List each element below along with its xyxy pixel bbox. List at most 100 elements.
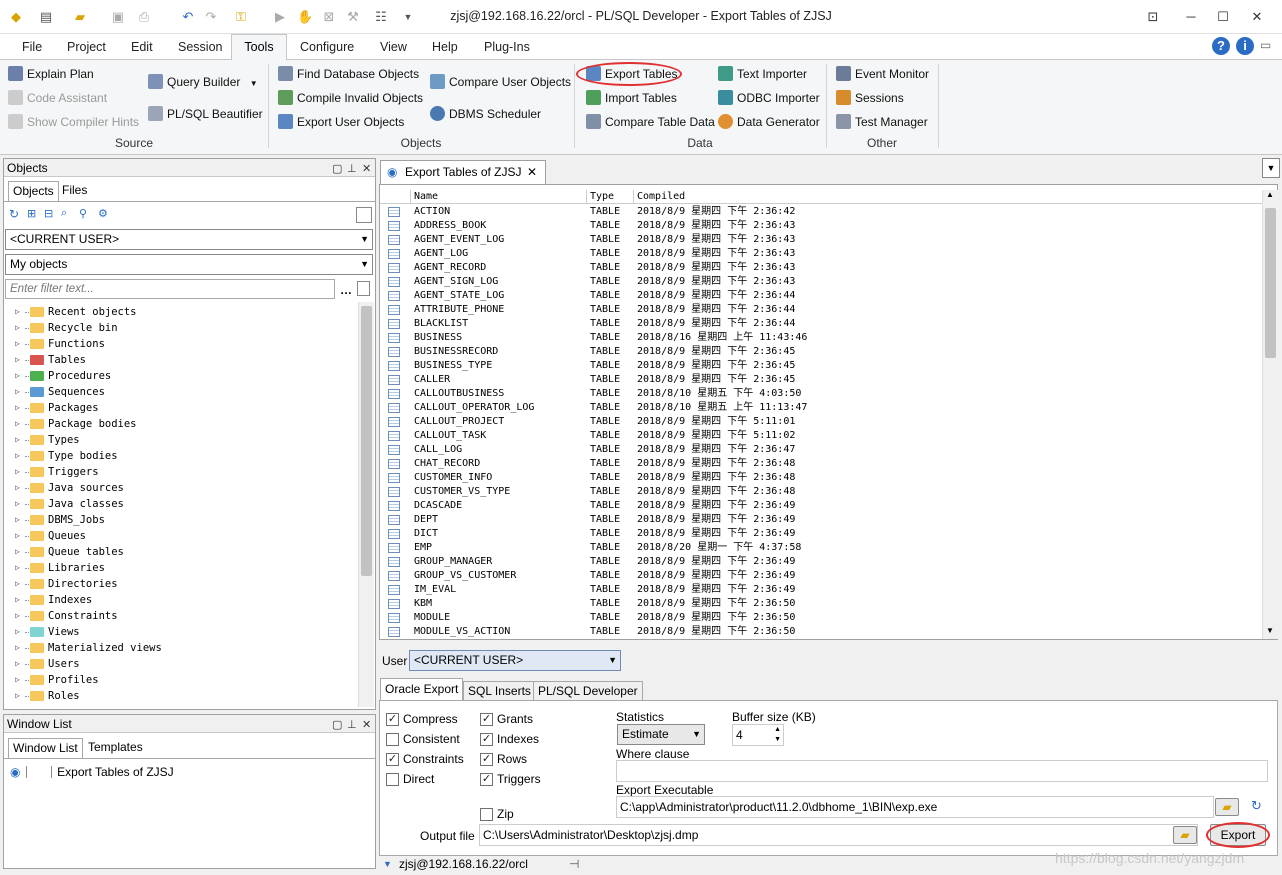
data-generator-button[interactable]: Data Generator	[718, 112, 820, 132]
user-combo[interactable]: <CURRENT USER> ▼	[5, 229, 373, 250]
tree-item[interactable]: ▷ Indexes	[5, 592, 345, 608]
menu-configure[interactable]: Configure	[300, 40, 354, 54]
menu-plugins[interactable]: Plug-Ins	[484, 40, 530, 54]
panel-maximize-icon[interactable]: ▢	[332, 716, 342, 734]
panel-maximize-icon[interactable]: ▢	[332, 160, 342, 178]
more-icon[interactable]: …	[340, 283, 352, 297]
import-tables-button[interactable]: Import Tables	[586, 88, 677, 108]
table-row[interactable]: CALLOUTBUSINESS TABLE 2018/8/10 星期五 下午 4:0…	[380, 387, 1262, 401]
table-row[interactable]: ADDRESS_BOOK TABLE 2018/8/9 星期四 下午 2:36:43	[380, 219, 1262, 233]
compress-checkbox[interactable]: ✓ Compress	[386, 712, 458, 728]
collapse-all-icon[interactable]: ⊟	[44, 207, 53, 220]
tab-oracle-export[interactable]: Oracle Export	[380, 678, 464, 700]
window-list-item[interactable]: ◉ Export Tables of ZJSJ	[10, 764, 174, 780]
menu-edit[interactable]: Edit	[131, 40, 153, 54]
reset-executable-icon[interactable]: ↻	[1251, 798, 1262, 814]
tree-item[interactable]: ▷ Profiles	[5, 672, 345, 688]
tree-item[interactable]: ▷ Types	[5, 432, 345, 448]
table-row[interactable]: IM_EVAL TABLE 2018/8/9 星期四 下午 2:36:49	[380, 583, 1262, 597]
expand-icon[interactable]: ▷	[15, 400, 20, 416]
expand-icon[interactable]: ▷	[15, 576, 20, 592]
explain-plan-button[interactable]: Explain Plan	[8, 64, 94, 84]
browse-output-button[interactable]: ▰	[1173, 826, 1197, 844]
show-compiler-hints-button[interactable]: Show Compiler Hints	[8, 112, 139, 132]
expand-icon[interactable]: ▷	[15, 528, 20, 544]
menu-help[interactable]: Help	[432, 40, 458, 54]
scrollbar-thumb[interactable]	[361, 306, 372, 576]
table-row[interactable]: ACTION TABLE 2018/8/9 星期四 下午 2:36:42	[380, 205, 1262, 219]
tree-item[interactable]: ▷ Queues	[5, 528, 345, 544]
close-button[interactable]: ✕	[1240, 6, 1274, 28]
table-row[interactable]: ATTRIBUTE_PHONE TABLE 2018/8/9 星期四 下午 2:36…	[380, 303, 1262, 317]
expand-icon[interactable]: ▷	[15, 384, 20, 400]
tree-item[interactable]: ▷ Functions	[5, 336, 345, 352]
expand-icon[interactable]: ▷	[15, 624, 20, 640]
sessions-button[interactable]: Sessions	[836, 88, 904, 108]
text-importer-button[interactable]: Text Importer	[718, 64, 807, 84]
expand-icon[interactable]: ▷	[15, 320, 20, 336]
tree-scrollbar[interactable]	[358, 302, 374, 707]
table-row[interactable]: CUSTOMER_INFO TABLE 2018/8/9 星期四 下午 2:36:4…	[380, 471, 1262, 485]
scrollbar-thumb[interactable]	[1265, 208, 1276, 358]
connection-label[interactable]: zjsj@192.168.16.22/orcl	[399, 855, 528, 873]
tree-item[interactable]: ▷ Tables	[5, 352, 345, 368]
consistent-checkbox[interactable]: Consistent	[386, 732, 460, 748]
tab-list-dropdown-icon[interactable]: ▼	[1262, 158, 1280, 178]
table-row[interactable]: AGENT_SIGN_LOG TABLE 2018/8/9 星期四 下午 2:36:…	[380, 275, 1262, 289]
test-manager-button[interactable]: Test Manager	[836, 112, 928, 132]
query-builder-button[interactable]: Query Builder ▼	[148, 72, 258, 92]
table-row[interactable]: MODULE_VS_ACTION TABLE 2018/8/9 星期四 下午 2:3…	[380, 625, 1262, 639]
tree-item[interactable]: ▷ DBMS_Jobs	[5, 512, 345, 528]
tree-item[interactable]: ▷ Recent objects	[5, 304, 345, 320]
menu-file[interactable]: File	[22, 40, 42, 54]
tree-item[interactable]: ▷ Users	[5, 656, 345, 672]
expand-icon[interactable]: ▷	[15, 592, 20, 608]
grid-scrollbar[interactable]: ▲ ▼	[1262, 190, 1278, 639]
statistics-combo[interactable]: Estimate ▼	[617, 724, 705, 745]
output-file-input[interactable]: C:\Users\Administrator\Desktop\zjsj.dmp	[479, 824, 1198, 846]
expand-icon[interactable]: ▷	[15, 464, 20, 480]
compare-table-data-button[interactable]: Compare Table Data	[586, 112, 715, 132]
header-compiled[interactable]: Compiled	[633, 190, 1262, 204]
table-row[interactable]: CALLER TABLE 2018/8/9 星期四 下午 2:36:45	[380, 373, 1262, 387]
table-row[interactable]: CALLOUT_TASK TABLE 2018/8/9 星期四 下午 5:11:02	[380, 429, 1262, 443]
tree-item[interactable]: ▷ Recycle bin	[5, 320, 345, 336]
table-row[interactable]: CHAT_RECORD TABLE 2018/8/9 星期四 下午 2:36:48	[380, 457, 1262, 471]
tree-item[interactable]: ▷ Packages	[5, 400, 345, 416]
filter-icon[interactable]: ⚲	[79, 207, 87, 220]
panel-close-icon[interactable]: ✕	[362, 716, 371, 734]
expand-icon[interactable]: ▷	[15, 304, 20, 320]
connection-dropdown-icon[interactable]: ▼	[383, 855, 392, 873]
table-row[interactable]: AGENT_LOG TABLE 2018/8/9 星期四 下午 2:36:43	[380, 247, 1262, 261]
menu-session[interactable]: Session	[178, 40, 222, 54]
header-name[interactable]: Name	[410, 190, 586, 204]
pin-icon[interactable]: ⊣	[569, 855, 579, 873]
tree-item[interactable]: ▷ Roles	[5, 688, 345, 704]
table-row[interactable]: EMP TABLE 2018/8/20 星期一 下午 4:37:58	[380, 541, 1262, 555]
tab-close-icon[interactable]: ✕	[527, 161, 537, 184]
table-row[interactable]: BLACKLIST TABLE 2018/8/9 星期四 下午 2:36:44	[380, 317, 1262, 331]
table-row[interactable]: BUSINESSRECORD TABLE 2018/8/9 星期四 下午 2:36:…	[380, 345, 1262, 359]
direct-checkbox[interactable]: Direct	[386, 772, 434, 788]
tree-item[interactable]: ▷ Sequences	[5, 384, 345, 400]
plsql-beautifier-button[interactable]: PL/SQL Beautifier	[148, 104, 263, 124]
export-user-combo[interactable]: <CURRENT USER> ▼	[409, 650, 621, 671]
indexes-checkbox[interactable]: ✓ Indexes	[480, 732, 539, 748]
panel-close-icon[interactable]: ✕	[362, 160, 371, 178]
color-swatch[interactable]	[356, 207, 372, 223]
tree-item[interactable]: ▷ Procedures	[5, 368, 345, 384]
expand-icon[interactable]: ▷	[15, 688, 20, 704]
odbc-importer-button[interactable]: ODBC Importer	[718, 88, 820, 108]
compare-user-objects-button[interactable]: Compare User Objects	[430, 72, 571, 92]
zip-checkbox[interactable]: Zip	[480, 807, 514, 823]
tab-sql-inserts[interactable]: SQL Inserts	[463, 681, 536, 700]
panel-pin-icon[interactable]: ⊥	[347, 160, 357, 178]
scroll-up-icon[interactable]: ▲	[1266, 190, 1274, 199]
tree-item[interactable]: ▷ Views	[5, 624, 345, 640]
object-filter-combo[interactable]: My objects ▼	[5, 254, 373, 275]
new-folder-icon[interactable]	[357, 281, 370, 296]
help-icon[interactable]: ?	[1212, 37, 1230, 55]
grants-checkbox[interactable]: ✓ Grants	[480, 712, 533, 728]
table-row[interactable]: CALLOUT_OPERATOR_LOG TABLE 2018/8/10 星期五 上…	[380, 401, 1262, 415]
ribbon-collapse-icon[interactable]: ▭	[1260, 38, 1271, 52]
